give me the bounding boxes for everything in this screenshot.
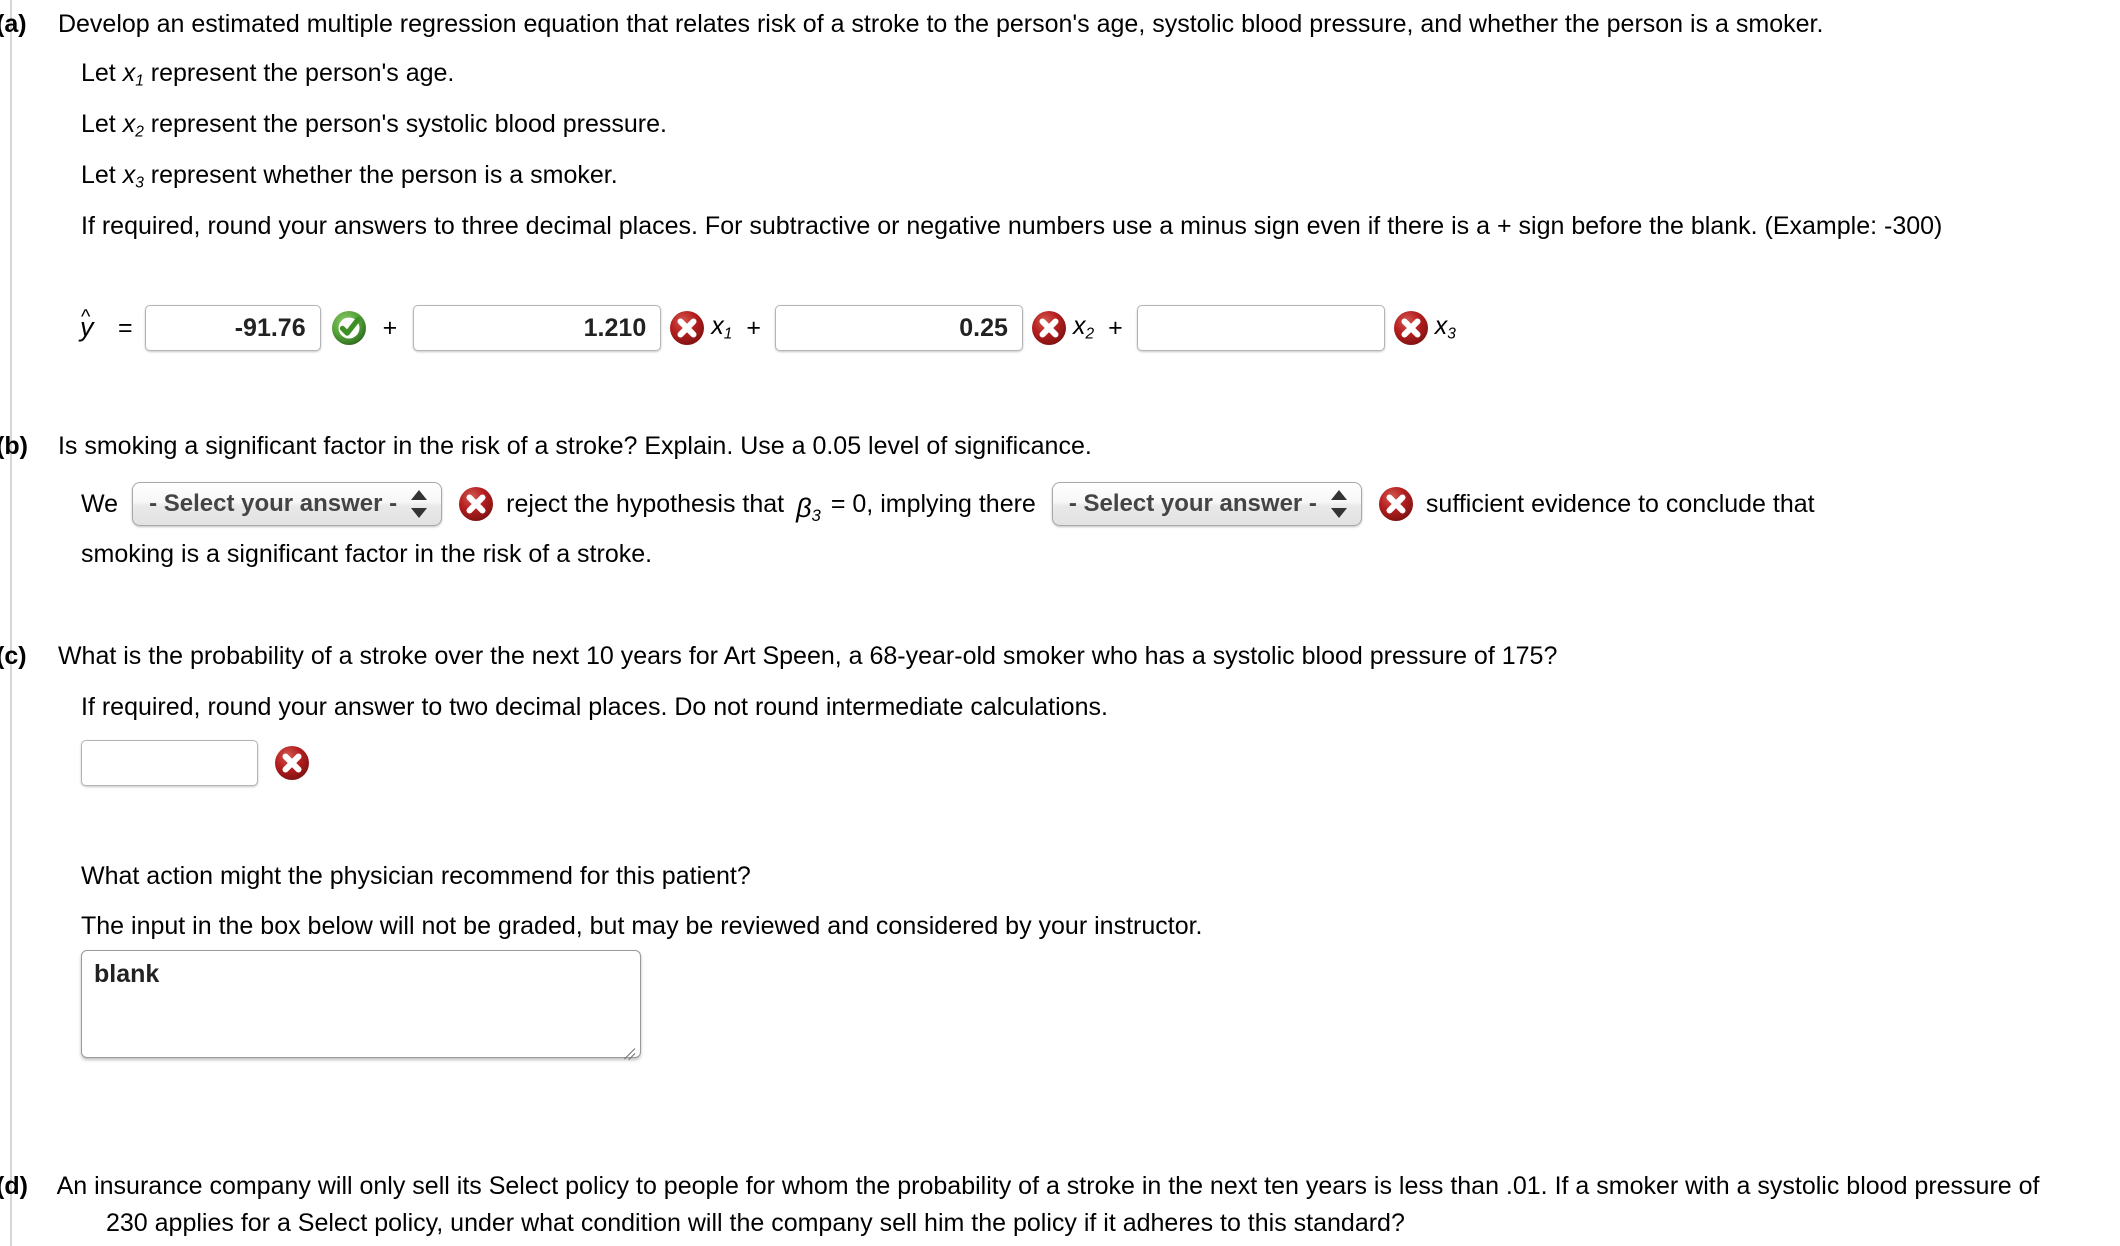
intercept-input[interactable]	[144, 305, 321, 351]
equals-sign-a: =	[118, 313, 133, 342]
let-2-var: x	[122, 110, 136, 138]
y-hat-symbol: ^ ŷ y	[80, 306, 108, 345]
red-x-icon	[274, 745, 310, 781]
let-1-var: x	[122, 59, 136, 87]
part-b-tail-text: smoking is a significant factor in the r…	[81, 540, 653, 568]
part-a-let-line-2: Let x2 represent the person's systolic b…	[81, 106, 667, 144]
part-c-prompt-line: (c) What is the probability of a stroke …	[0, 642, 1558, 670]
part-c-followup-note: The input in the box below will not be g…	[81, 912, 1203, 940]
plus-sign-3: +	[1108, 313, 1123, 342]
part-b-prompt-line: (b) Is smoking a significant factor in t…	[0, 432, 1092, 460]
part-a-prompt-line: (a) Develop an estimated multiple regres…	[0, 10, 1824, 38]
green-check-icon	[331, 310, 367, 346]
recommendation-textarea-wrapper	[81, 950, 641, 1061]
chevron-updown-icon	[1330, 489, 1347, 519]
let-1-pre: Let	[81, 59, 123, 87]
y-letter: y	[80, 311, 94, 342]
recommendation-textarea[interactable]	[81, 950, 641, 1058]
select-reject-dropdown[interactable]: - Select your answer -	[132, 482, 443, 526]
x1-variable-label: x1	[711, 312, 733, 343]
red-x-icon	[1393, 310, 1429, 346]
x3-coefficient-input[interactable]	[1136, 305, 1385, 351]
plus-sign-2: +	[746, 313, 761, 342]
let-2-pre: Let	[81, 110, 123, 138]
let-3-post: represent whether the person is a smoker…	[143, 161, 618, 189]
red-x-icon	[1378, 486, 1414, 522]
chevron-updown-icon	[411, 489, 428, 519]
part-b-lead-text: We	[81, 489, 119, 518]
let-1-sub: 1	[135, 72, 144, 90]
probability-answer-input[interactable]	[81, 740, 258, 786]
select-evidence-dropdown[interactable]: - Select your answer -	[1051, 482, 1362, 526]
beta-3-symbol: β3	[796, 493, 821, 526]
let-2-post: represent the person's systolic blood pr…	[143, 110, 667, 138]
part-b-mid-text-2: = 0, implying there	[830, 489, 1036, 518]
x2-variable-label: x2	[1072, 312, 1095, 343]
let-1-post: represent the person's age.	[143, 59, 455, 87]
part-b-mid-text-3: sufficient evidence to conclude that	[1425, 489, 1815, 518]
plus-sign-1: +	[382, 313, 398, 342]
red-x-icon	[458, 486, 494, 522]
let-3-sub: 3	[135, 174, 144, 192]
part-a-let-line-1: Let x1 represent the person's age.	[81, 55, 454, 93]
x1-coefficient-input[interactable]	[413, 305, 662, 351]
part-a-prompt: Develop an estimated multiple regression…	[57, 10, 1824, 38]
part-c-prompt: What is the probability of a stroke over…	[57, 642, 1558, 670]
select-reject-value: - Select your answer -	[149, 490, 398, 517]
part-d-prompt: An insurance company will only sell its …	[56, 1172, 2040, 1237]
let-3-pre: Let	[81, 161, 123, 189]
part-a-equation-row: ^ ŷ y =	[80, 305, 1456, 351]
x3-variable-label: x3	[1434, 312, 1456, 343]
select-evidence-value: - Select your answer -	[1068, 490, 1317, 517]
part-c-answer-row	[81, 740, 310, 786]
part-c-followup-question: What action might the physician recommen…	[81, 862, 751, 890]
part-d-prompt-line: (d) An insurance company will only sell …	[0, 1172, 2040, 1237]
part-a-let-line-3: Let x3 represent whether the person is a…	[81, 157, 618, 195]
red-x-icon	[669, 310, 705, 346]
part-b-mid-text-1: reject the hypothesis that	[506, 489, 785, 518]
red-x-icon	[1031, 310, 1067, 346]
let-2-sub: 2	[135, 123, 144, 141]
let-3-var: x	[122, 161, 136, 189]
part-c-rounding-note: If required, round your answer to two de…	[81, 693, 1108, 721]
part-b-answer-row: We - Select your answer - reject the hyp…	[81, 482, 1815, 526]
part-a-rounding-note: If required, round your answers to three…	[81, 212, 1943, 240]
part-b-prompt: Is smoking a significant factor in the r…	[57, 432, 1092, 460]
left-margin-rule	[10, 0, 12, 1246]
x2-coefficient-input[interactable]	[774, 305, 1023, 351]
